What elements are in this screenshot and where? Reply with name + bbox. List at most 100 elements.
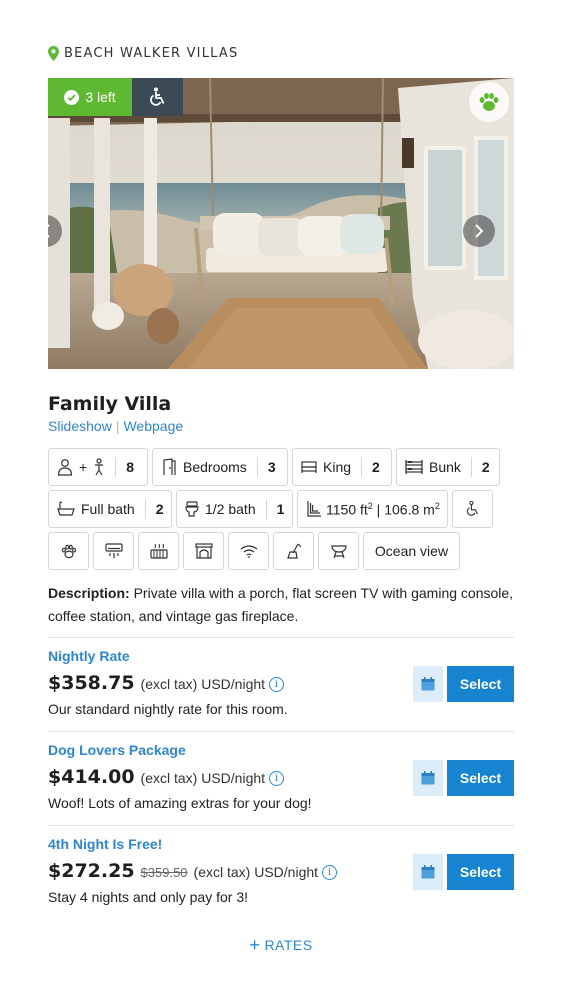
air-conditioner-icon	[104, 543, 123, 558]
bedrooms-chip: Bedrooms 3	[152, 448, 288, 486]
heater-icon	[149, 543, 168, 559]
ac-chip	[93, 532, 134, 570]
area-chip: 1150 ft2 | 106.8 m2	[297, 490, 448, 528]
occupancy-chip: + 8	[48, 448, 148, 486]
rate-amount: $414.00	[48, 766, 135, 788]
bunk-count: 2	[470, 457, 490, 477]
half-bath-chip: 1/2 bath 1	[176, 490, 293, 528]
rate-description: Stay 4 nights and only pay for 3!	[48, 889, 249, 905]
bunk-chip: Bunk 2	[396, 448, 500, 486]
heater-chip	[138, 532, 179, 570]
map-pin-icon	[48, 46, 59, 61]
king-count: 2	[361, 457, 380, 477]
wifi-icon	[240, 545, 257, 558]
link-separator: |	[115, 418, 120, 434]
room-links: Slideshow | Webpage	[48, 418, 183, 434]
full-bath-chip: Full bath 2	[48, 490, 172, 528]
location-name: BEACH WALKER VILLAS	[64, 46, 239, 61]
half-bath-label: 1/2 bath	[205, 501, 256, 517]
info-icon[interactable]: i	[322, 864, 338, 880]
rate-name[interactable]: Nightly Rate	[48, 648, 130, 664]
room-title: Family Villa	[48, 393, 172, 415]
wheelchair-icon	[466, 501, 478, 516]
toilet-icon	[185, 501, 199, 517]
king-bed-icon	[301, 461, 317, 473]
bathtub-icon	[57, 501, 75, 516]
check-circle-icon	[64, 89, 80, 105]
vacuum-chip	[273, 532, 314, 570]
rate-name[interactable]: 4th Night Is Free!	[48, 836, 162, 852]
info-icon[interactable]: i	[269, 676, 285, 692]
grill-chip	[318, 532, 359, 570]
location: BEACH WALKER VILLAS	[48, 46, 238, 61]
rate-option: Dog Lovers Package $414.00 (excl tax) US…	[48, 731, 514, 825]
full-bath-count: 2	[144, 499, 164, 519]
chevron-left-icon	[48, 224, 50, 238]
rate-option: Nightly Rate $358.75 (excl tax) USD/nigh…	[48, 637, 514, 731]
select-button[interactable]: Select	[447, 854, 514, 890]
rate-description: Our standard nightly rate for this room.	[48, 701, 288, 717]
webpage-link[interactable]: Webpage	[123, 418, 183, 434]
calendar-icon	[421, 771, 435, 785]
full-bath-label: Full bath	[81, 501, 135, 517]
area-label: 1150 ft2 | 106.8 m2	[326, 500, 440, 518]
bunk-bed-icon	[405, 460, 423, 474]
bedrooms-label: Bedrooms	[183, 459, 247, 475]
door-icon	[163, 458, 176, 475]
rate-unit: (excl tax) USD/night	[140, 676, 266, 692]
room-photo[interactable]: 3 left	[48, 78, 514, 369]
paw-icon	[479, 93, 499, 111]
calendar-icon	[421, 677, 435, 691]
chevron-right-icon	[475, 224, 484, 238]
pet-friendly-badge	[469, 82, 509, 122]
slideshow-link[interactable]: Slideshow	[48, 418, 112, 434]
plus-icon: +	[249, 935, 261, 955]
more-rates-label: RATES	[264, 937, 313, 953]
adult-child-icon	[57, 459, 73, 476]
calendar-button[interactable]	[413, 666, 443, 702]
info-icon[interactable]: i	[269, 770, 285, 786]
accessible-badge	[132, 78, 183, 116]
occupancy-count: 8	[115, 457, 134, 477]
availability-badge: 3 left	[48, 78, 132, 116]
rate-unit: (excl tax) USD/night	[193, 864, 319, 880]
availability-label: 3 left	[85, 89, 116, 105]
rate-price: $358.75 (excl tax) USD/night i	[48, 672, 285, 694]
fireplace-chip	[183, 532, 224, 570]
pets-chip	[48, 532, 89, 570]
rate-price: $272.25 $359.50 (excl tax) USD/night i	[48, 860, 338, 882]
ocean-view-chip: Ocean view	[363, 532, 460, 570]
fireplace-icon	[194, 543, 213, 559]
wheelchair-icon	[149, 87, 164, 106]
calendar-button[interactable]	[413, 854, 443, 890]
next-photo-button[interactable]	[463, 215, 495, 247]
accessible-chip	[452, 490, 493, 528]
rate-option: 4th Night Is Free! $272.25 $359.50 (excl…	[48, 825, 514, 919]
more-rates-button[interactable]: + RATES	[48, 935, 514, 956]
rate-name[interactable]: Dog Lovers Package	[48, 742, 186, 758]
king-label: King	[323, 459, 352, 475]
porch-swing-image	[48, 78, 514, 369]
calendar-icon	[421, 865, 435, 879]
room-description: Description: Private villa with a porch,…	[48, 582, 514, 628]
bunk-label: Bunk	[429, 459, 461, 475]
rate-old-amount: $359.50	[140, 865, 188, 880]
paw-icon	[61, 544, 76, 558]
description-label: Description:	[48, 585, 130, 601]
rate-amount: $272.25	[48, 860, 135, 882]
calendar-button[interactable]	[413, 760, 443, 796]
rate-description: Woof! Lots of amazing extras for your do…	[48, 795, 312, 811]
child-icon	[95, 458, 104, 476]
bedrooms-count: 3	[256, 457, 276, 477]
occupancy-label: +	[79, 459, 88, 475]
bbq-grill-icon	[330, 545, 347, 559]
rate-amount: $358.75	[48, 672, 135, 694]
rate-unit: (excl tax) USD/night	[140, 770, 266, 786]
area-icon	[307, 501, 321, 517]
half-bath-count: 1	[265, 499, 284, 519]
select-button[interactable]: Select	[447, 760, 514, 796]
king-chip: King 2	[292, 448, 392, 486]
select-button[interactable]: Select	[447, 666, 514, 702]
rate-price: $414.00 (excl tax) USD/night i	[48, 766, 285, 788]
wifi-chip	[228, 532, 269, 570]
